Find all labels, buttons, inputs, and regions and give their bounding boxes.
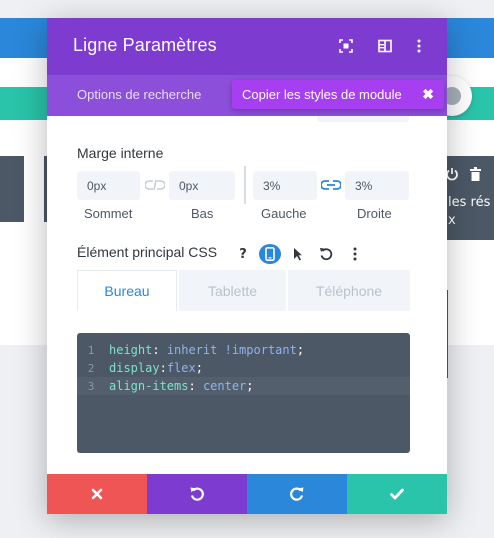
css-property: height (109, 343, 153, 357)
modal-title: Ligne Paramètres (73, 35, 217, 55)
check-icon (390, 488, 404, 500)
css-property: display (109, 361, 160, 375)
padding-top-input[interactable]: 0px (77, 171, 140, 200)
power-icon[interactable] (445, 167, 459, 181)
padding-label: Marge interne (77, 145, 164, 161)
caption-right: Droite (357, 206, 392, 221)
split-view-icon[interactable] (377, 38, 393, 54)
line-number: 3 (87, 379, 95, 393)
responsive-phone-icon[interactable] (259, 244, 281, 264)
undo-icon (190, 487, 204, 501)
column-block-left[interactable] (0, 156, 24, 222)
field-more-icon[interactable] (345, 244, 365, 264)
code-line: 2 display:flex; (77, 359, 410, 377)
module-settings-panel[interactable]: les rés x (440, 156, 494, 240)
css-separator: : (159, 361, 167, 375)
line-number: 1 (87, 343, 95, 357)
modal-body: Marge interne 0px 0px 3% 3% Sommet Bas G… (47, 116, 447, 474)
undo-button[interactable] (147, 474, 247, 514)
redo-icon (290, 487, 304, 501)
fullscreen-icon[interactable] (338, 38, 354, 54)
copy-styles-label: Copier les styles de module (242, 87, 402, 102)
padding-left-input[interactable]: 3% (253, 171, 317, 200)
redo-button[interactable] (247, 474, 347, 514)
scrolled-field-edge (317, 116, 409, 122)
css-terminator: ; (195, 361, 203, 375)
save-button[interactable] (347, 474, 447, 514)
css-property: align-items (109, 379, 189, 393)
padding-divider (244, 166, 246, 204)
copy-styles-tooltip[interactable]: Copier les styles de module ✖ (232, 80, 444, 109)
close-icon (91, 488, 103, 500)
css-separator: : (152, 343, 167, 357)
tab-desktop[interactable]: Bureau (77, 270, 177, 311)
modal-header[interactable]: Ligne Paramètres (47, 18, 447, 75)
trash-icon[interactable] (469, 167, 482, 181)
css-main-element-label: Élément principal CSS (77, 244, 218, 260)
css-separator: : (188, 379, 203, 393)
css-value: flex (166, 361, 196, 375)
css-value: center (202, 379, 247, 393)
cancel-button[interactable] (47, 474, 147, 514)
padding-right-input[interactable]: 3% (345, 171, 409, 200)
caption-top: Sommet (84, 206, 133, 221)
more-vertical-icon[interactable] (411, 38, 427, 54)
line-number: 2 (87, 361, 95, 375)
search-options-tab[interactable]: Options de recherche (77, 87, 205, 102)
cursor-hover-icon[interactable] (290, 244, 306, 264)
css-terminator: ; (246, 379, 254, 393)
link-toggle-horizontal-icon[interactable] (321, 176, 341, 194)
tab-tablet[interactable]: Tablette (177, 270, 286, 311)
tooltip-close-icon[interactable]: ✖ (422, 86, 434, 103)
tab-phone[interactable]: Téléphone (286, 270, 410, 311)
device-tabs: Bureau Tablette Téléphone (77, 270, 410, 311)
css-terminator: ; (296, 343, 305, 357)
link-toggle-vertical-icon[interactable] (145, 176, 165, 194)
row-settings-modal: Ligne Paramètres Options de recherche Co… (47, 18, 447, 514)
help-icon[interactable]: ? (233, 244, 253, 264)
caption-left: Gauche (261, 206, 307, 221)
code-line: 1 height: inherit !important; (77, 341, 410, 359)
css-code-editor[interactable]: 1 height: inherit !important; 2 display:… (77, 333, 410, 453)
code-line-active: 3 align-items: center; (77, 377, 410, 395)
panel-partial-text: les rés x (448, 195, 491, 228)
caption-bottom: Bas (191, 206, 214, 221)
modal-footer (47, 474, 447, 514)
padding-bottom-input[interactable]: 0px (169, 171, 235, 200)
css-value: inherit !important (166, 343, 297, 357)
reset-icon[interactable] (317, 244, 335, 264)
